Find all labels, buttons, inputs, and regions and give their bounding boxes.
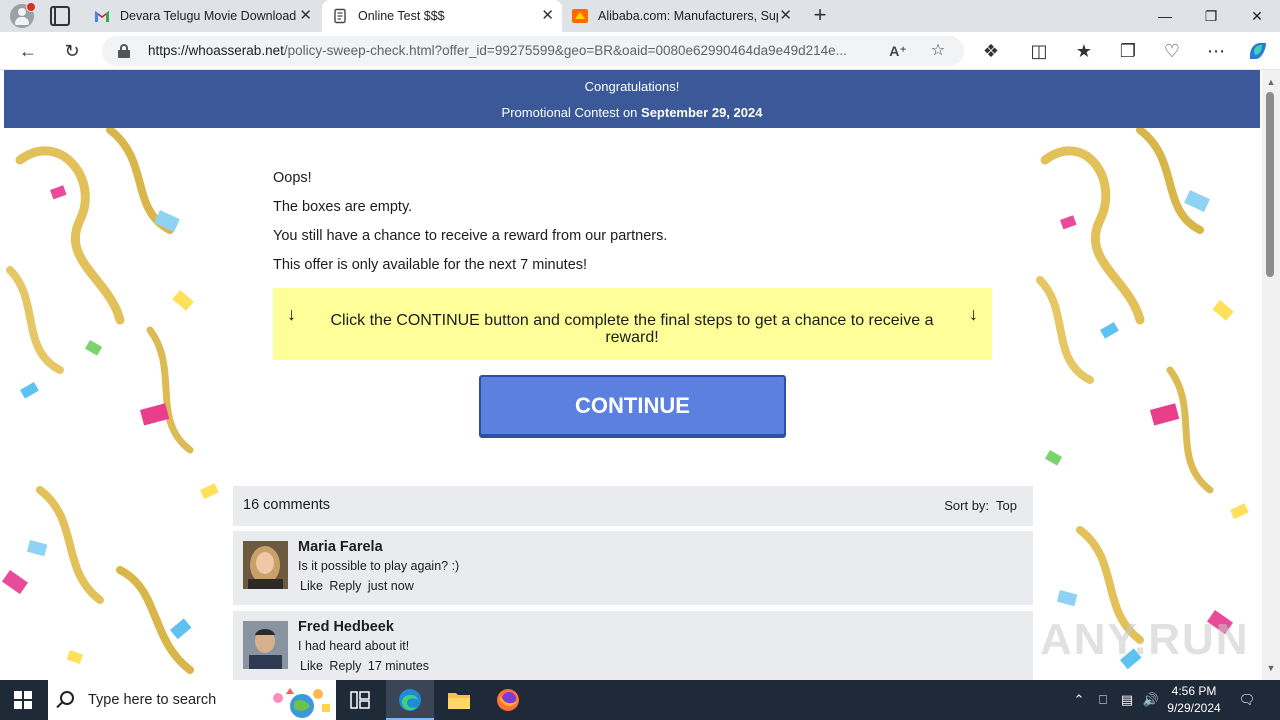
search-icon [60, 691, 74, 705]
like-link[interactable]: Like [300, 659, 323, 673]
browser-toolbar: ← ↻ https://whoasserab.net/policy-sweep-… [0, 32, 1280, 70]
settings-menu-icon[interactable]: ⋯ [1204, 39, 1228, 63]
banner-contest-line: Promotional Contest on September 29, 202… [501, 105, 763, 120]
tab-label: Online Test $$$ [358, 9, 445, 23]
url-text[interactable]: https://whoasserab.net/policy-sweep-chec… [148, 36, 888, 66]
alibaba-favicon-icon [572, 9, 588, 23]
browser-tab-strip: Devara Telugu Movie Download M ✕ Online … [0, 0, 1280, 32]
sort-control[interactable]: Sort by: Top [944, 498, 1017, 513]
tab-devara[interactable]: Devara Telugu Movie Download M ✕ [84, 0, 320, 32]
favorites-icon[interactable]: ★ [1072, 39, 1096, 63]
down-arrow-icon: ↓ [969, 304, 978, 324]
volume-icon[interactable]: 🔊 [1142, 691, 1160, 709]
continue-button[interactable]: CONTINUE [479, 375, 786, 438]
comments-header: 16 comments Sort by: Top [233, 486, 1033, 526]
tray-chevron-icon[interactable]: ⌃ [1070, 691, 1088, 709]
firefox-icon[interactable] [484, 680, 532, 720]
page-scrollbar[interactable]: ▲ ▼ [1262, 70, 1280, 680]
copilot-icon[interactable] [1246, 39, 1270, 63]
split-screen-icon[interactable]: ◫ [1027, 39, 1051, 63]
file-explorer-icon[interactable] [435, 680, 483, 720]
network-icon[interactable]: ▤ [1118, 691, 1136, 709]
refresh-icon[interactable]: ↻ [60, 39, 84, 63]
taskbar-search-box[interactable]: Type here to search [48, 680, 336, 720]
tab-alibaba[interactable]: Alibaba.com: Manufacturers, Sup ✕ [562, 0, 800, 32]
message-oops: Oops! [273, 170, 312, 186]
promo-banner: Congratulations! Promotional Contest on … [4, 70, 1260, 128]
tab-actions-icon[interactable] [50, 6, 70, 26]
banner-congratulations: Congratulations! [584, 79, 680, 94]
comment-time: 17 minutes [367, 659, 430, 673]
tab-online-test[interactable]: Online Test $$$ ✕ [322, 0, 562, 32]
notifications-icon[interactable]: 🗨 [1238, 691, 1256, 709]
scrollbar-thumb[interactable] [1266, 92, 1274, 277]
comment-text: I had heard about it! [298, 639, 410, 653]
tab-label: Alibaba.com: Manufacturers, Sup [598, 9, 778, 23]
profile-avatar-icon[interactable] [10, 2, 36, 28]
scroll-down-icon[interactable]: ▼ [1262, 660, 1280, 676]
down-arrow-icon: ↓ [287, 304, 296, 324]
minimize-icon[interactable]: — [1142, 0, 1188, 32]
windows-start-icon[interactable] [14, 691, 32, 709]
close-window-icon[interactable]: ✕ [1234, 0, 1280, 32]
comment-author[interactable]: Fred Hedbeek [298, 619, 394, 635]
edge-taskbar-icon[interactable] [386, 680, 434, 720]
avatar [243, 621, 288, 669]
back-arrow-icon[interactable]: ← [16, 39, 40, 63]
comment-item: Maria Farela Is it possible to play agai… [233, 531, 1033, 605]
reply-link[interactable]: Reply [329, 659, 361, 673]
meet-now-icon[interactable]: ⎕ [1094, 691, 1112, 709]
anyrun-watermark: ANY.RUN [1040, 615, 1250, 664]
comment-item: Fred Hedbeek I had heard about it! Like … [233, 611, 1033, 680]
message-time-limit: This offer is only available for the nex… [273, 257, 588, 273]
close-tab-icon[interactable]: ✕ [779, 0, 792, 32]
banner-date: September 29, 2024 [641, 105, 763, 120]
extensions-icon[interactable]: ❖ [979, 39, 1003, 63]
instruction-notice: ↓ Click the CONTINUE button and complete… [273, 288, 992, 360]
windows-taskbar: Type here to search ⌃ ⎕ ▤ 🔊 4:56 PM 9/29… [0, 680, 1280, 720]
comment-time: just now [367, 579, 414, 593]
address-bar[interactable]: https://whoasserab.net/policy-sweep-chec… [102, 36, 964, 66]
comments-count: 16 comments [243, 497, 331, 513]
close-tab-icon[interactable]: ✕ [299, 0, 312, 32]
notice-text: Click the CONTINUE button and complete t… [330, 312, 934, 346]
clock-time[interactable]: 4:56 PM [1162, 684, 1226, 698]
new-tab-icon[interactable]: + [808, 3, 832, 27]
main-content: Oops! The boxes are empty. You still hav… [233, 128, 1033, 680]
page-favicon-icon [334, 8, 346, 24]
reply-link[interactable]: Reply [329, 579, 361, 593]
collections-icon[interactable]: ❐ [1116, 39, 1140, 63]
task-view-icon[interactable] [336, 680, 384, 720]
close-tab-icon[interactable]: ✕ [541, 0, 554, 32]
restore-icon[interactable]: ❐ [1188, 0, 1234, 32]
scroll-up-icon[interactable]: ▲ [1262, 74, 1280, 90]
like-link[interactable]: Like [300, 579, 323, 593]
favorite-star-icon[interactable]: ☆ [926, 39, 950, 63]
search-highlight-icon [273, 688, 330, 718]
gmail-style-favicon-icon [95, 11, 109, 22]
comment-text: Is it possible to play again? :) [298, 559, 460, 573]
message-boxes-empty: The boxes are empty. [273, 199, 413, 215]
browser-essentials-icon[interactable]: ♡ [1160, 39, 1184, 63]
page-viewport: Congratulations! Promotional Contest on … [0, 70, 1262, 680]
avatar [243, 541, 288, 589]
comment-meta: Like Reply just now [300, 579, 417, 593]
tab-label: Devara Telugu Movie Download M [120, 9, 300, 23]
clock-date[interactable]: 9/29/2024 [1162, 701, 1226, 715]
lock-icon[interactable] [118, 44, 130, 58]
read-aloud-icon[interactable]: A⁺ [886, 39, 910, 63]
message-partner-reward: You still have a chance to receive a rew… [273, 228, 668, 244]
comment-author[interactable]: Maria Farela [298, 539, 383, 555]
comment-meta: Like Reply 17 minutes [300, 659, 432, 673]
search-placeholder: Type here to search [88, 692, 217, 708]
